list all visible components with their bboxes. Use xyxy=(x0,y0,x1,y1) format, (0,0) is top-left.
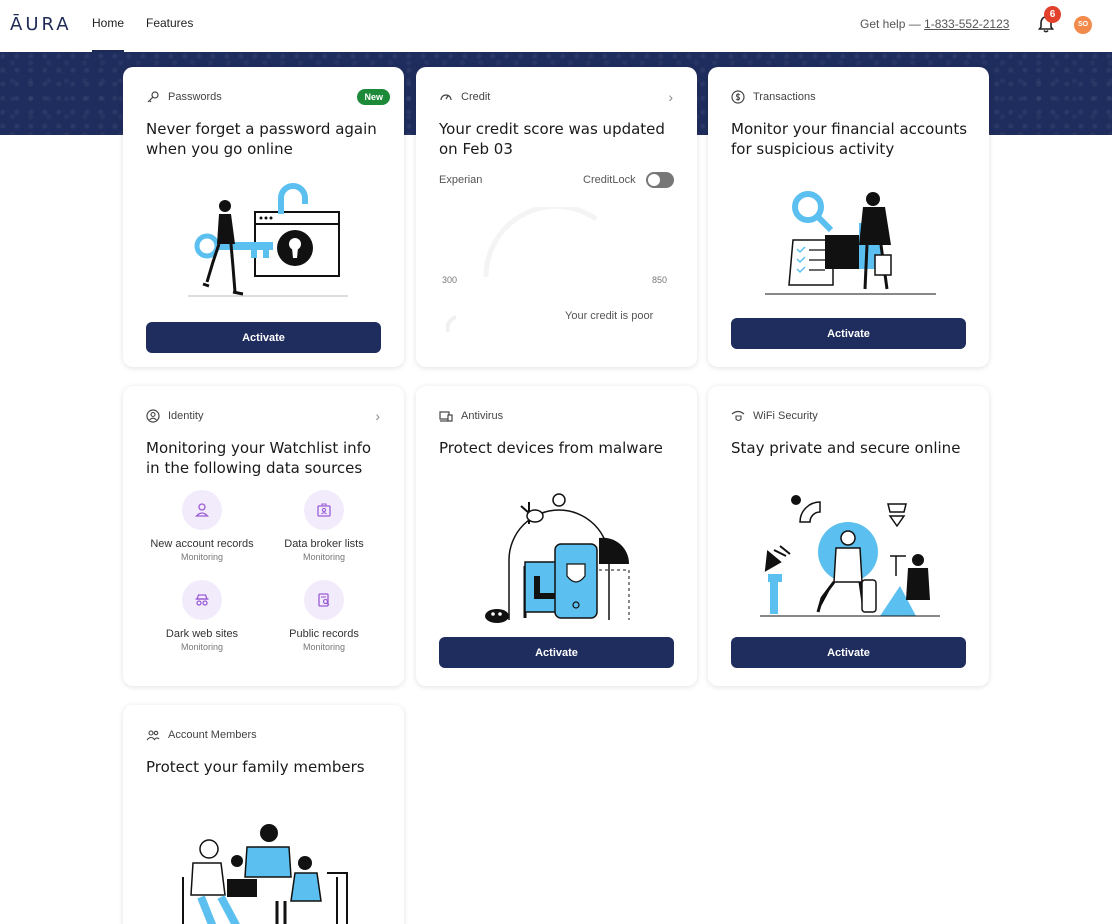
source-name: Dark web sites xyxy=(165,628,239,640)
gauge-min-label: 300 xyxy=(442,275,458,285)
identity-card[interactable]: Identity › Monitoring your Watchlist inf… xyxy=(123,386,404,686)
passwords-card: Passwords New Never forget a password ag… xyxy=(123,67,404,367)
user-icon xyxy=(195,503,209,517)
help-text: Get help — 1-833-552-2123 xyxy=(860,17,1009,31)
antivirus-illustration xyxy=(485,493,630,623)
source-name: Public records xyxy=(289,628,359,640)
card-label: Transactions xyxy=(753,91,816,103)
card-title: Your credit score was updated on Feb 03 xyxy=(439,120,665,158)
help-prefix: Get help — xyxy=(860,17,925,31)
card-label: WiFi Security xyxy=(753,410,818,422)
wifi-security-card: WiFi Security Stay private and secure on… xyxy=(708,386,989,686)
person-icon xyxy=(146,409,160,423)
card-label: Account Members xyxy=(168,729,257,741)
key-icon xyxy=(147,91,159,103)
card-title: Protect devices from malware xyxy=(439,439,663,457)
card-header: Transactions xyxy=(731,90,816,104)
card-label: Antivirus xyxy=(461,410,504,422)
card-header: Antivirus xyxy=(439,409,503,423)
people-icon xyxy=(146,730,160,741)
top-nav: ĀURA Home Features Get help — 1-833-552-… xyxy=(0,0,1112,52)
source-name: New account records xyxy=(150,538,254,550)
passwords-activate-button[interactable]: Activate xyxy=(146,322,381,353)
account-members-card: Account Members Protect your family memb… xyxy=(123,705,404,924)
card-header: Credit xyxy=(439,90,490,104)
new-badge: New xyxy=(357,89,390,105)
card-title: Monitoring your Watchlist info in the fo… xyxy=(146,439,372,477)
id-badge-icon xyxy=(317,503,331,517)
source-status: Monitoring xyxy=(302,552,346,562)
document-search-icon xyxy=(318,593,330,607)
chevron-right-icon[interactable]: › xyxy=(375,408,380,424)
source-name: Data broker lists xyxy=(284,538,364,550)
card-header: Passwords xyxy=(146,90,222,104)
transactions-illustration xyxy=(765,191,936,295)
source-icon-circle xyxy=(182,490,222,530)
antivirus-activate-button[interactable]: Activate xyxy=(439,637,674,668)
avatar[interactable]: SO xyxy=(1074,16,1092,34)
source-status: Monitoring xyxy=(180,642,224,652)
chevron-right-icon[interactable]: › xyxy=(668,89,673,105)
gauge-icon xyxy=(440,94,452,101)
devices-icon xyxy=(439,411,453,422)
aura-logo[interactable]: ĀURA xyxy=(10,14,72,35)
card-title: Protect your family members xyxy=(146,758,365,776)
credit-card[interactable]: Credit › Your credit score was updated o… xyxy=(416,67,697,367)
gauge-max-label: 850 xyxy=(652,275,668,285)
transactions-card: Transactions Monitor your financial acco… xyxy=(708,67,989,367)
card-header: Account Members xyxy=(146,728,257,742)
tab-home[interactable]: Home xyxy=(92,16,125,52)
bureau-label: Experian xyxy=(439,174,483,186)
source-new-account-records: New account records Monitoring xyxy=(142,490,262,563)
password-illustration xyxy=(188,183,348,297)
creditlock-label: CreditLock xyxy=(583,174,636,186)
card-label: Passwords xyxy=(168,91,222,103)
credit-status: Your credit is poor xyxy=(565,310,654,322)
card-label: Credit xyxy=(461,91,491,103)
dollar-icon xyxy=(731,90,745,104)
card-header: Identity xyxy=(146,409,203,423)
source-status: Monitoring xyxy=(180,552,224,562)
wifi-illustration xyxy=(760,495,940,617)
antivirus-card: Antivirus Protect devices from malware A… xyxy=(416,386,697,686)
creditlock-toggle[interactable] xyxy=(646,172,674,188)
card-label: Identity xyxy=(168,410,204,422)
source-icon-circle xyxy=(304,490,344,530)
card-header: WiFi Security xyxy=(731,409,818,423)
spy-icon xyxy=(195,594,209,606)
notification-badge: 6 xyxy=(1044,6,1061,23)
card-title: Stay private and secure online xyxy=(731,439,961,457)
source-icon-circle xyxy=(182,580,222,620)
tab-features[interactable]: Features xyxy=(146,16,193,52)
source-icon-circle xyxy=(304,580,344,620)
card-title: Monitor your financial accounts for susp… xyxy=(731,120,968,158)
source-dark-web-sites: Dark web sites Monitoring xyxy=(142,580,262,653)
source-data-broker-lists: Data broker lists Monitoring xyxy=(264,490,384,563)
card-title: Never forget a password again when you g… xyxy=(146,120,377,158)
source-status: Monitoring xyxy=(302,642,346,652)
wifi-shield-icon xyxy=(731,410,745,422)
source-public-records: Public records Monitoring xyxy=(264,580,384,653)
help-phone-link[interactable]: 1-833-552-2123 xyxy=(924,17,1009,31)
wifi-activate-button[interactable]: Activate xyxy=(731,637,966,668)
family-illustration xyxy=(182,824,348,924)
transactions-activate-button[interactable]: Activate xyxy=(731,318,966,349)
